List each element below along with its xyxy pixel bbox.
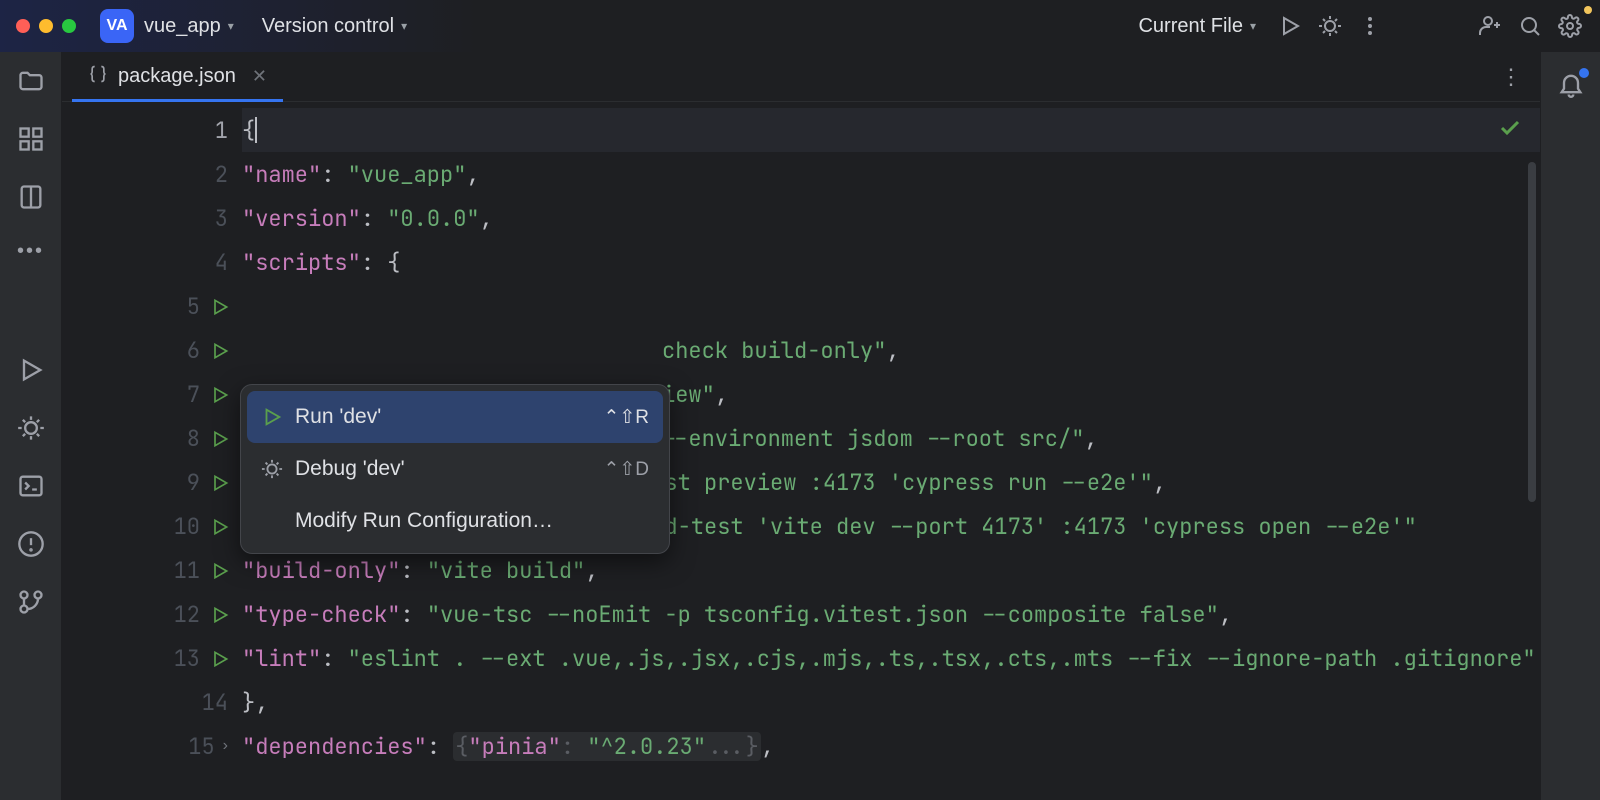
- fold-icon[interactable]: ›: [223, 737, 228, 755]
- close-window-icon[interactable]: [16, 19, 30, 33]
- notifications-icon[interactable]: [1557, 70, 1585, 103]
- caret-icon: [255, 117, 257, 143]
- run-tool-icon[interactable]: [16, 355, 46, 385]
- line-number: 2: [215, 160, 228, 189]
- left-toolbar: •••: [0, 52, 62, 800]
- settings-icon[interactable]: [1550, 6, 1590, 46]
- code-text: "build-only": [242, 556, 400, 585]
- code-text: "type-check": [242, 600, 400, 629]
- play-icon: [261, 406, 283, 428]
- ctx-shortcut: ⌃⇧D: [603, 458, 649, 481]
- code-text: "vue_app": [348, 160, 467, 189]
- gutter-run-icon[interactable]: [210, 473, 228, 491]
- window-controls: [16, 19, 76, 33]
- tab-options-icon[interactable]: ⋮: [1500, 64, 1522, 90]
- debug-icon[interactable]: [1310, 6, 1350, 46]
- line-number: 13: [174, 644, 200, 673]
- line-number: 7: [187, 380, 200, 409]
- gutter-run-icon[interactable]: [210, 297, 228, 315]
- problems-tool-icon[interactable]: [16, 529, 46, 559]
- ctx-label: Run 'dev': [295, 405, 591, 429]
- ctx-modify-run-config[interactable]: Modify Run Configuration…: [247, 495, 663, 547]
- vcs-tool-icon[interactable]: [16, 587, 46, 617]
- bug-icon: [261, 458, 283, 480]
- more-icon[interactable]: [1350, 6, 1390, 46]
- line-number: 4: [215, 248, 228, 277]
- editor-tabs: package.json ✕ ⋮: [62, 52, 1540, 102]
- chevron-down-icon[interactable]: ▾: [1250, 19, 1256, 33]
- gutter-context-menu: Run 'dev' ⌃⇧R Debug 'dev' ⌃⇧D Modify Run…: [240, 384, 670, 554]
- ctx-shortcut: ⌃⇧R: [603, 406, 649, 429]
- update-badge-icon: [1584, 6, 1592, 14]
- gutter-run-icon[interactable]: [210, 561, 228, 579]
- gutter-run-icon[interactable]: [210, 517, 228, 535]
- bookmarks-tool-icon[interactable]: [16, 182, 46, 212]
- gutter-run-icon[interactable]: [210, 341, 228, 359]
- code-text: --environment jsdom --root src/": [662, 424, 1084, 453]
- terminal-tool-icon[interactable]: [16, 471, 46, 501]
- code-with-me-icon[interactable]: [1470, 6, 1510, 46]
- minimize-window-icon[interactable]: [39, 19, 53, 33]
- code-text: "eslint . --ext .vue,.js,.jsx,.cjs,.mjs,…: [348, 644, 1536, 673]
- run-icon[interactable]: [1270, 6, 1310, 46]
- gutter-run-icon[interactable]: [210, 429, 228, 447]
- code-text: "scripts": [242, 248, 361, 277]
- notification-badge-icon: [1579, 68, 1589, 78]
- right-toolbar: [1540, 52, 1600, 800]
- code-text: "vite build": [427, 556, 585, 585]
- tab-label: package.json: [118, 65, 236, 88]
- zoom-window-icon[interactable]: [62, 19, 76, 33]
- code-text: "dependencies": [242, 732, 427, 761]
- run-config-selector[interactable]: Current File: [1138, 15, 1242, 38]
- line-number: 8: [187, 424, 200, 453]
- code-text: "0.0.0": [387, 204, 479, 233]
- ctx-label: Modify Run Configuration…: [295, 509, 649, 533]
- spacer-icon: [261, 510, 283, 532]
- json-file-icon: [88, 64, 108, 89]
- line-number: 1: [215, 116, 228, 145]
- scrollbar-thumb[interactable]: [1528, 162, 1536, 502]
- debug-tool-icon[interactable]: [16, 413, 46, 443]
- code-text: {: [242, 116, 255, 145]
- gutter-run-icon[interactable]: [210, 649, 228, 667]
- ctx-label: Debug 'dev': [295, 457, 591, 481]
- tab-package-json[interactable]: package.json ✕: [72, 52, 283, 101]
- line-number: 6: [187, 336, 200, 365]
- code-text: "name": [242, 160, 321, 189]
- code-text: check build-only": [662, 336, 886, 365]
- gutter: 1 2 3 4 5 6 7 8 9 10 11 12 13 14 15 ›: [62, 102, 242, 800]
- chevron-down-icon[interactable]: ▾: [401, 19, 407, 33]
- code-text: "vue-tsc --noEmit -p tsconfig.vitest.jso…: [427, 600, 1219, 629]
- code-text: "lint": [242, 644, 321, 673]
- version-control-menu[interactable]: Version control: [262, 15, 394, 38]
- gutter-run-icon[interactable]: [210, 385, 228, 403]
- line-number: 5: [187, 292, 200, 321]
- chevron-down-icon[interactable]: ▾: [228, 19, 234, 33]
- line-number: 14: [202, 688, 228, 717]
- line-number: 3: [215, 204, 228, 233]
- ctx-run-dev[interactable]: Run 'dev' ⌃⇧R: [247, 391, 663, 443]
- search-icon[interactable]: [1510, 6, 1550, 46]
- ctx-debug-dev[interactable]: Debug 'dev' ⌃⇧D: [247, 443, 663, 495]
- line-number: 9: [187, 468, 200, 497]
- folded-region[interactable]: {"pinia": "^2.0.23"...}: [453, 732, 761, 761]
- project-tool-icon[interactable]: [16, 66, 46, 96]
- titlebar: VA vue_app ▾ Version control ▾ Current F…: [0, 0, 1600, 52]
- line-number: 15: [188, 732, 214, 761]
- line-number: 11: [174, 556, 200, 585]
- inspection-ok-icon[interactable]: [1498, 116, 1522, 147]
- code-text: "version": [242, 204, 361, 233]
- project-badge[interactable]: VA: [100, 9, 134, 43]
- line-number: 12: [174, 600, 200, 629]
- gutter-run-icon[interactable]: [210, 605, 228, 623]
- project-name[interactable]: vue_app: [144, 15, 221, 38]
- line-number: 10: [174, 512, 200, 541]
- close-tab-icon[interactable]: ✕: [252, 66, 267, 87]
- more-tools-icon[interactable]: •••: [17, 240, 44, 263]
- structure-tool-icon[interactable]: [16, 124, 46, 154]
